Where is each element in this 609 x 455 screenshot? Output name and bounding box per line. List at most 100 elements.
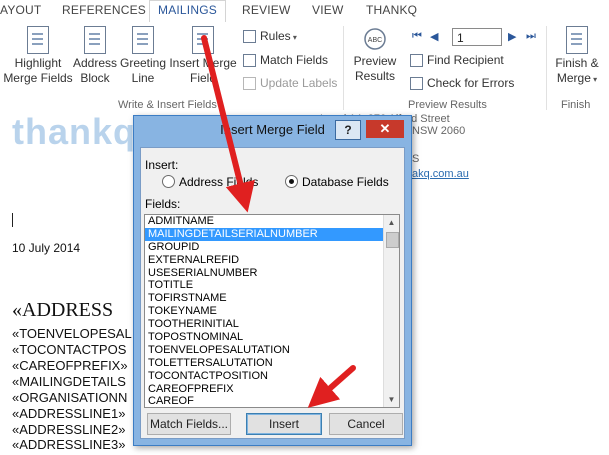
rules-icon: [243, 30, 256, 43]
previous-record-icon[interactable]: ◀: [430, 30, 438, 43]
dialog-body: Insert: Address Fields Database Fields F…: [140, 147, 405, 439]
letterhead-website: akq.com.au: [412, 168, 469, 180]
ribbon-tab-bar: AYOUT REFERENCES MAILINGS REVIEW VIEW TH…: [0, 0, 609, 24]
database-fields-label[interactable]: Database Fields: [302, 175, 389, 189]
scroll-up-icon[interactable]: ▲: [384, 215, 399, 230]
list-item[interactable]: TOKEYNAME: [145, 305, 399, 318]
merge-line: «CAREOFPREFIX»: [12, 358, 128, 373]
insert-merge-field-button[interactable]: Insert Merge Field: [168, 26, 238, 86]
find-recipient-button[interactable]: Find Recipient: [410, 51, 504, 69]
group-label-preview-results: Preview Results: [408, 99, 487, 111]
list-item[interactable]: TOTITLE: [145, 279, 399, 292]
insert-merge-field-icon: [192, 26, 214, 54]
group-label-finish: Finish: [561, 99, 591, 111]
ribbon: Highlight Merge Fields Address Block Gre…: [0, 22, 609, 114]
update-labels-label: Update Labels: [260, 76, 338, 90]
list-item[interactable]: USESERIALNUMBER: [145, 267, 399, 280]
insert-label: Insert:: [145, 158, 179, 172]
finish-merge-label-2: Merge: [556, 71, 591, 85]
thankq-logo: thankq: [12, 111, 137, 152]
fields-list[interactable]: ADMITNAME MAILINGDETAILSERIALNUMBER GROU…: [144, 214, 400, 408]
insert-merge-field-dialog: Insert Merge Field ? ✕ Insert: Address F…: [133, 115, 412, 446]
greeting-line-icon: [132, 26, 154, 54]
fields-label: Fields:: [145, 197, 181, 211]
tab-layout[interactable]: AYOUT: [0, 3, 41, 17]
address-fields-label[interactable]: Address Fields: [179, 175, 258, 189]
help-button[interactable]: ?: [335, 120, 361, 140]
merge-line: «ADDRESSLINE2»: [12, 422, 126, 437]
group-separator: [343, 26, 344, 110]
greeting-line-button[interactable]: Greeting Line: [119, 26, 167, 86]
address-block-button[interactable]: Address Block: [72, 26, 118, 86]
list-item[interactable]: TOLETTERSALUTATION: [145, 357, 399, 370]
highlight-merge-fields-button[interactable]: Highlight Merge Fields: [2, 26, 74, 86]
list-item[interactable]: TOOTHERINITIAL: [145, 318, 399, 331]
merge-line: «ADDRESSLINE1»: [12, 406, 126, 421]
list-item[interactable]: EXTERNALREFID: [145, 254, 399, 267]
list-item[interactable]: CAREOFPREFIX: [145, 383, 399, 396]
highlight-merge-fields-label-1: Highlight: [14, 56, 62, 70]
list-item[interactable]: TOENVELOPESALUTATION: [145, 344, 399, 357]
text-cursor: [12, 213, 13, 227]
address-block-icon: [84, 26, 106, 54]
first-record-icon[interactable]: ⏮: [412, 30, 422, 43]
rules-button[interactable]: Rules ▾: [243, 27, 297, 45]
tab-review[interactable]: REVIEW: [242, 3, 291, 17]
match-fields-dialog-button[interactable]: Match Fields...: [147, 413, 231, 435]
letter-date: 10 July 2014: [12, 241, 81, 255]
last-record-icon[interactable]: ⏭: [526, 30, 536, 43]
finish-merge-icon: [566, 26, 588, 54]
group-separator: [546, 26, 547, 110]
list-item[interactable]: TOPOSTNOMINAL: [145, 331, 399, 344]
check-for-errors-label: Check for Errors: [427, 76, 515, 90]
merge-line: «ORGANISATIONN: [12, 390, 128, 405]
scroll-down-icon[interactable]: ▼: [384, 392, 399, 407]
highlight-merge-fields-label-2: Merge Fields: [3, 71, 73, 85]
address-merge-heading: «ADDRESS: [12, 299, 114, 321]
chevron-down-icon: ▾: [590, 75, 598, 84]
update-labels-button[interactable]: Update Labels: [243, 74, 337, 92]
check-for-errors-button[interactable]: Check for Errors: [410, 74, 514, 92]
insert-merge-field-label-1: Insert Merge: [169, 56, 237, 70]
match-fields-label: Match Fields: [260, 53, 329, 67]
scrollbar-thumb[interactable]: [386, 232, 399, 248]
tab-view[interactable]: VIEW: [312, 3, 343, 17]
greeting-line-label-1: Greeting: [119, 56, 167, 70]
address-fields-radio[interactable]: [162, 175, 175, 188]
record-number-input[interactable]: 1: [452, 28, 502, 46]
list-item[interactable]: CAREOF: [145, 395, 399, 407]
merge-line: «MAILINGDETAILS: [12, 374, 126, 389]
group-label-write-insert: Write & Insert Fields: [118, 99, 217, 111]
letterhead-address-2: NSW 2060: [412, 125, 466, 137]
list-item[interactable]: GROUPID: [145, 241, 399, 254]
finish-merge-label-1: Finish &: [555, 56, 599, 70]
list-item[interactable]: TOFIRSTNAME: [145, 292, 399, 305]
merge-line: «ADDRESSLINE3»: [12, 437, 126, 452]
letterhead-address-3: S: [412, 153, 420, 165]
match-fields-button[interactable]: Match Fields: [243, 51, 328, 69]
match-fields-icon: [243, 54, 256, 67]
finish-merge-button[interactable]: Finish & Merge ▾: [550, 26, 604, 87]
list-item[interactable]: ADMITNAME: [145, 215, 399, 228]
update-labels-icon: [243, 77, 256, 90]
fields-scrollbar[interactable]: ▲ ▼: [383, 215, 399, 407]
merge-line: «TOCONTACTPOS: [12, 342, 127, 357]
merge-line: «TOENVELOPESAL: [12, 326, 132, 341]
preview-results-button[interactable]: ABC Preview Results: [350, 26, 400, 84]
tab-references[interactable]: REFERENCES: [62, 3, 146, 17]
cancel-button[interactable]: Cancel: [329, 413, 403, 435]
list-item-selected[interactable]: MAILINGDETAILSERIALNUMBER: [145, 227, 399, 241]
next-record-icon[interactable]: ▶: [508, 30, 516, 43]
tab-thankq[interactable]: THANKQ: [366, 3, 417, 17]
find-recipient-icon: [410, 54, 423, 67]
database-fields-radio[interactable]: [285, 175, 298, 188]
list-item[interactable]: TOCONTACTPOSITION: [145, 370, 399, 383]
preview-results-label-2: Results: [354, 69, 395, 83]
highlight-merge-fields-icon: [27, 26, 49, 54]
insert-button[interactable]: Insert: [246, 413, 322, 435]
tab-mailings[interactable]: MAILINGS: [149, 0, 226, 24]
preview-results-icon: ABC: [362, 26, 388, 52]
close-button[interactable]: ✕: [366, 120, 404, 138]
svg-text:ABC: ABC: [368, 37, 382, 44]
address-block-label-1: Address: [72, 56, 118, 70]
